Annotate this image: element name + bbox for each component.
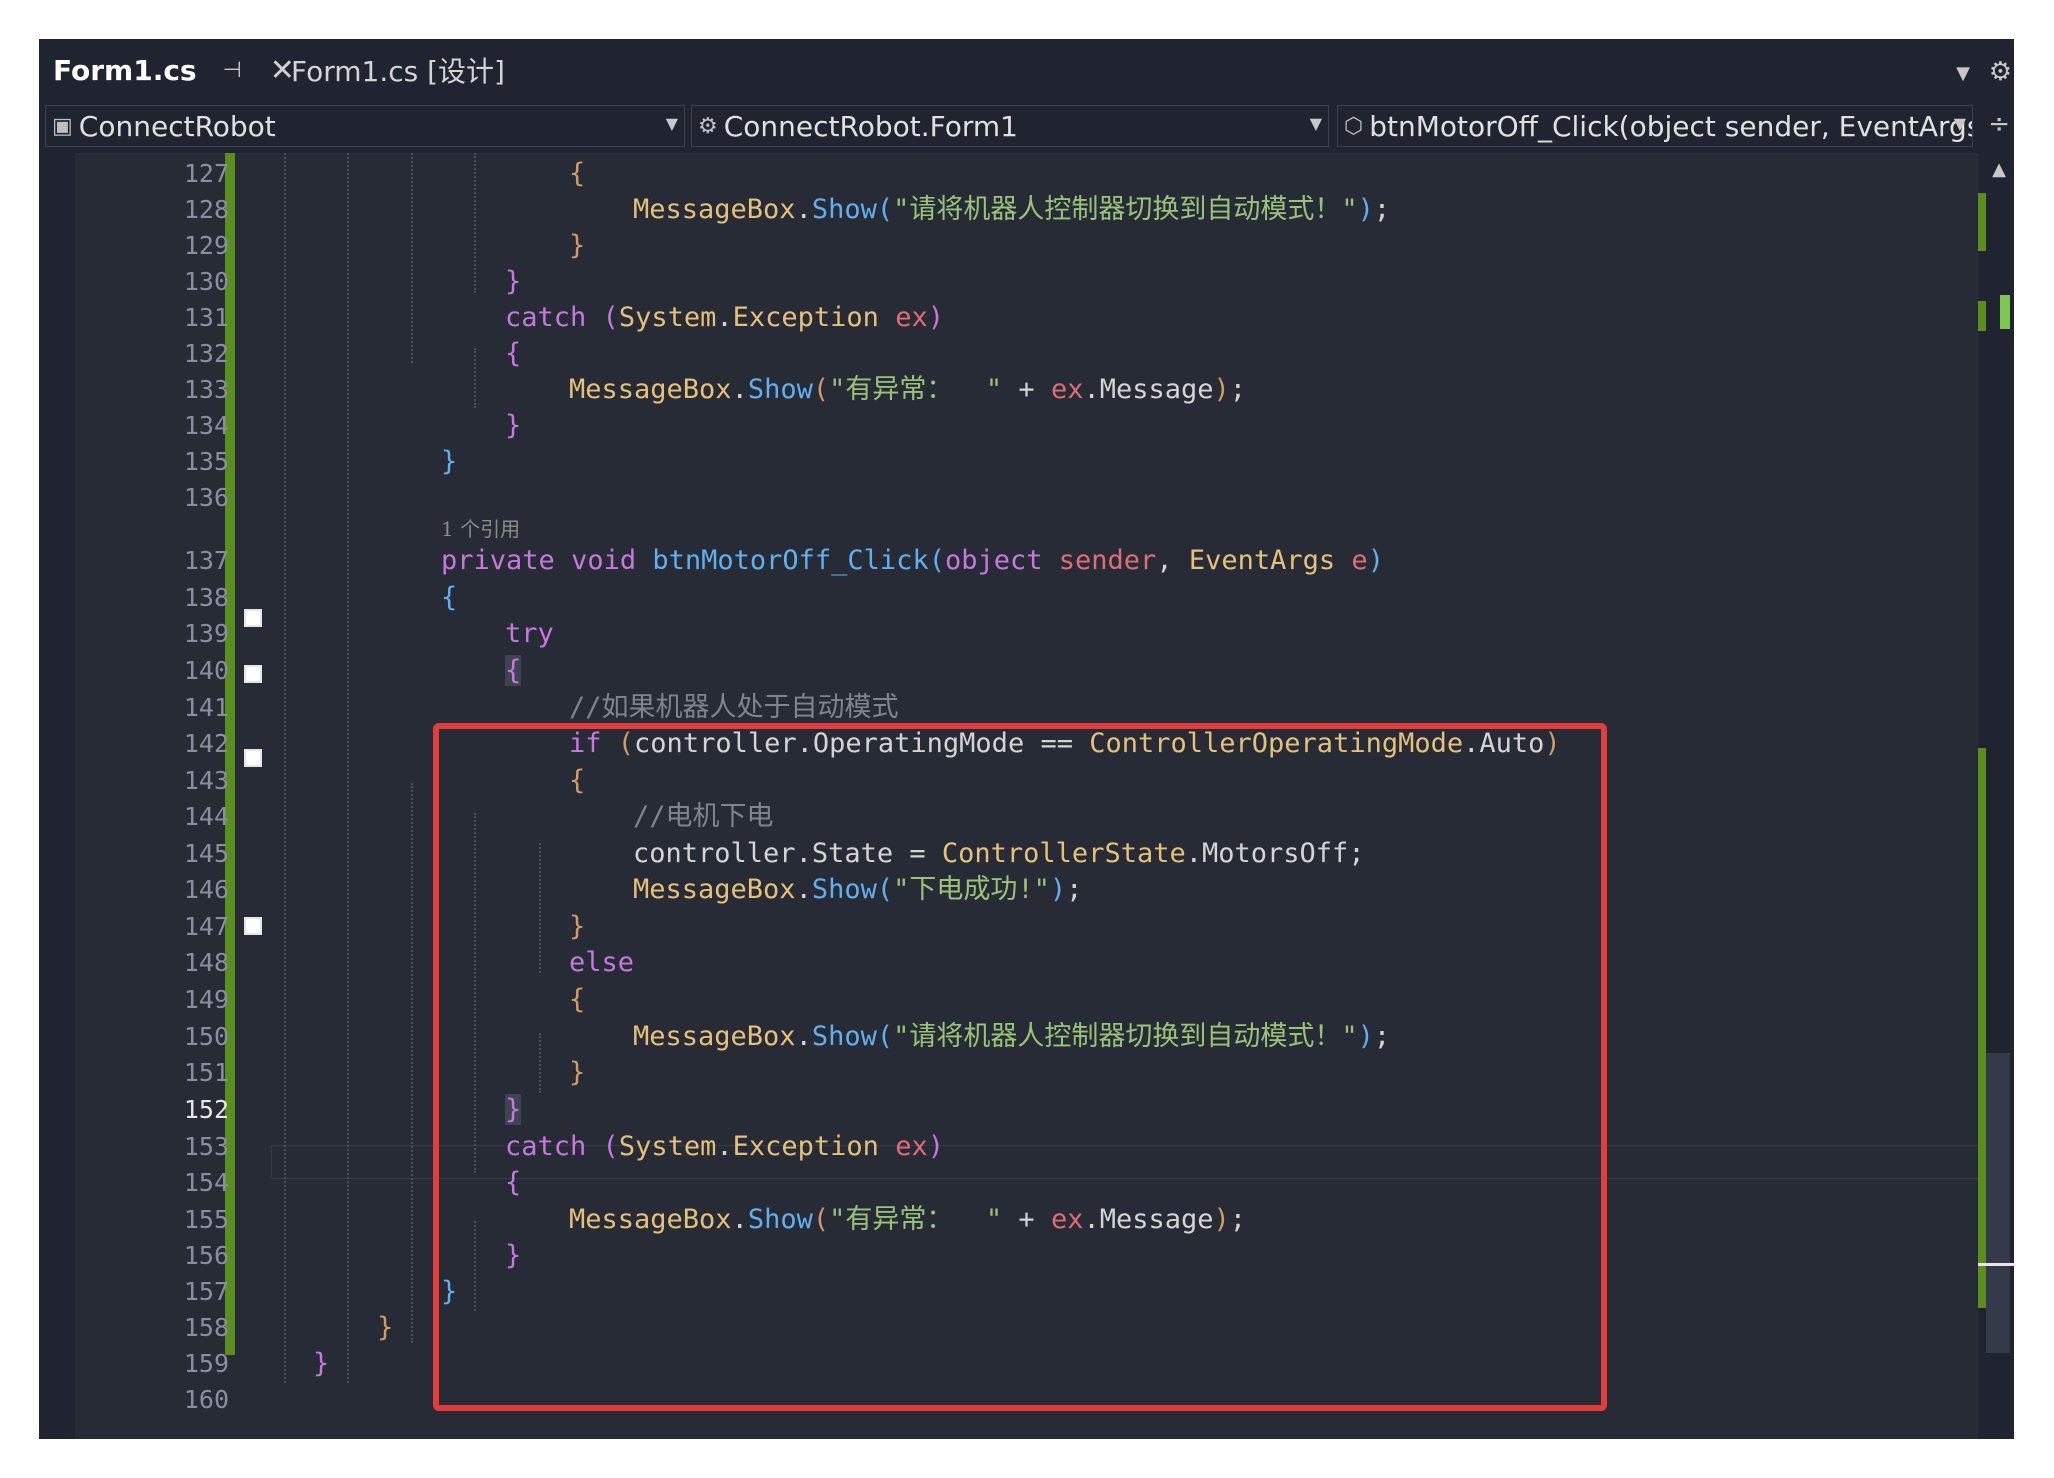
- project-dropdown[interactable]: ▣ ConnectRobot ▼: [45, 105, 685, 147]
- change-marker: [1978, 748, 1986, 1308]
- gear-icon[interactable]: ⚙: [1989, 57, 2012, 87]
- document-tab-strip: Form1.cs ⊣ ✕ Form1.cs [设计] ▼ ⚙: [39, 39, 2014, 104]
- chevron-down-icon: ▼: [1309, 114, 1322, 133]
- code-area[interactable]: 127 128 129 130 131 132 133 134 135 136 …: [39, 153, 2014, 1439]
- chevron-down-icon: ▼: [665, 114, 678, 133]
- scrollbar-thumb[interactable]: [1986, 1053, 2010, 1353]
- code-line: try: [505, 618, 554, 649]
- line-number: 157: [183, 1277, 229, 1306]
- collapse-toggle[interactable]: [244, 749, 262, 767]
- scroll-up-icon[interactable]: ▲: [1992, 159, 2006, 180]
- line-number: 130: [183, 267, 229, 296]
- private-method-icon: ⬡: [1344, 113, 1364, 139]
- code-line: }: [313, 1348, 330, 1379]
- line-number: 145: [183, 839, 229, 868]
- tab-form1-design[interactable]: Form1.cs [设计]: [291, 39, 505, 101]
- code-line: {: [505, 338, 522, 369]
- line-number: 141: [183, 693, 229, 722]
- tab-form1-cs[interactable]: Form1.cs ⊣ ✕: [39, 39, 295, 104]
- line-number: 127: [183, 159, 229, 188]
- line-number-current: 152: [183, 1095, 229, 1124]
- chevron-down-icon: ▼: [1953, 114, 1966, 133]
- code-line: {: [441, 582, 458, 613]
- indent-guide: [411, 153, 413, 363]
- line-number: 128: [183, 195, 229, 224]
- code-line: {: [569, 158, 586, 189]
- line-number: 149: [183, 985, 229, 1014]
- line-number: 155: [183, 1205, 229, 1234]
- line-number: 146: [183, 875, 229, 904]
- line-number: 150: [183, 1022, 229, 1051]
- change-marker: [1978, 301, 1986, 331]
- indent-guide: [411, 783, 413, 1343]
- pin-icon[interactable]: ⊣: [223, 58, 242, 83]
- line-number: 143: [183, 766, 229, 795]
- indent-guide: [284, 153, 286, 1383]
- collapse-toggle[interactable]: [244, 665, 262, 683]
- code-line: }: [569, 230, 586, 261]
- code-line: MessageBox.Show("有异常： " + ex.Message);: [569, 374, 1247, 405]
- code-line: MessageBox.Show("请将机器人控制器切换到自动模式！");: [633, 194, 1391, 225]
- project-name: ConnectRobot: [78, 109, 276, 143]
- csharp-project-icon: ▣: [52, 113, 73, 139]
- caret-position-marker: [1978, 1263, 2014, 1266]
- class-dropdown[interactable]: ⚙ ConnectRobot.Form1 ▼: [691, 105, 1329, 147]
- indent-guide: [347, 153, 349, 1383]
- class-icon: ⚙: [698, 113, 718, 139]
- line-number: 140: [183, 656, 229, 685]
- line-number: 151: [183, 1058, 229, 1087]
- code-line: catch (System.Exception ex): [505, 302, 944, 333]
- code-line: }: [441, 446, 458, 477]
- line-number: 160: [183, 1385, 229, 1414]
- line-number: 135: [183, 447, 229, 476]
- line-number: 144: [183, 802, 229, 831]
- vertical-scrollbar[interactable]: ▲: [1978, 153, 2014, 1439]
- line-number: 132: [183, 339, 229, 368]
- line-number: 158: [183, 1313, 229, 1342]
- line-number: 154: [183, 1168, 229, 1197]
- code-line: }: [505, 410, 522, 441]
- line-number: 131: [183, 303, 229, 332]
- line-number: 133: [183, 375, 229, 404]
- line-number: 142: [183, 729, 229, 758]
- tab-label: Form1.cs [设计]: [291, 55, 505, 88]
- line-number: 148: [183, 948, 229, 977]
- line-number: 156: [183, 1241, 229, 1270]
- code-line: {: [505, 655, 522, 686]
- line-number: 138: [183, 583, 229, 612]
- member-dropdown[interactable]: ⬡ btnMotorOff_Click(object sender, Event…: [1337, 105, 1973, 147]
- code-line: }: [377, 1312, 394, 1343]
- chevron-down-icon[interactable]: ▼: [1956, 63, 1970, 84]
- class-name: ConnectRobot.Form1: [723, 109, 1018, 143]
- change-marker: [1978, 193, 1986, 251]
- indent-guide: [474, 348, 476, 408]
- code-line: private void btnMotorOff_Click(object se…: [441, 545, 1384, 576]
- member-name: btnMotorOff_Click(object sender, EventAr…: [1369, 109, 1973, 143]
- split-window-icon[interactable]: ÷: [1988, 109, 2010, 139]
- line-number: 159: [183, 1349, 229, 1378]
- change-marker: [2000, 295, 2010, 329]
- red-annotation-box: [433, 723, 1607, 1411]
- line-number: 136: [183, 483, 229, 512]
- line-number: 134: [183, 411, 229, 440]
- code-line: //如果机器人处于自动模式: [569, 692, 899, 723]
- line-number: 139: [183, 619, 229, 648]
- indent-guide: [474, 153, 476, 293]
- collapse-toggle[interactable]: [244, 609, 262, 627]
- navigation-bar: ▣ ConnectRobot ▼ ⚙ ConnectRobot.Form1 ▼ …: [39, 101, 2014, 153]
- codelens-references[interactable]: 1 个引用: [441, 513, 520, 542]
- line-number: 147: [183, 912, 229, 941]
- code-editor-window: Form1.cs ⊣ ✕ Form1.cs [设计] ▼ ⚙ ▣ Connect…: [39, 39, 2014, 1439]
- line-number: 153: [183, 1132, 229, 1161]
- tab-label: Form1.cs: [53, 53, 197, 87]
- code-line: }: [505, 266, 522, 297]
- glyph-margin: [39, 153, 75, 1439]
- line-number: 129: [183, 231, 229, 260]
- collapse-toggle[interactable]: [244, 917, 262, 935]
- line-number: 137: [183, 546, 229, 575]
